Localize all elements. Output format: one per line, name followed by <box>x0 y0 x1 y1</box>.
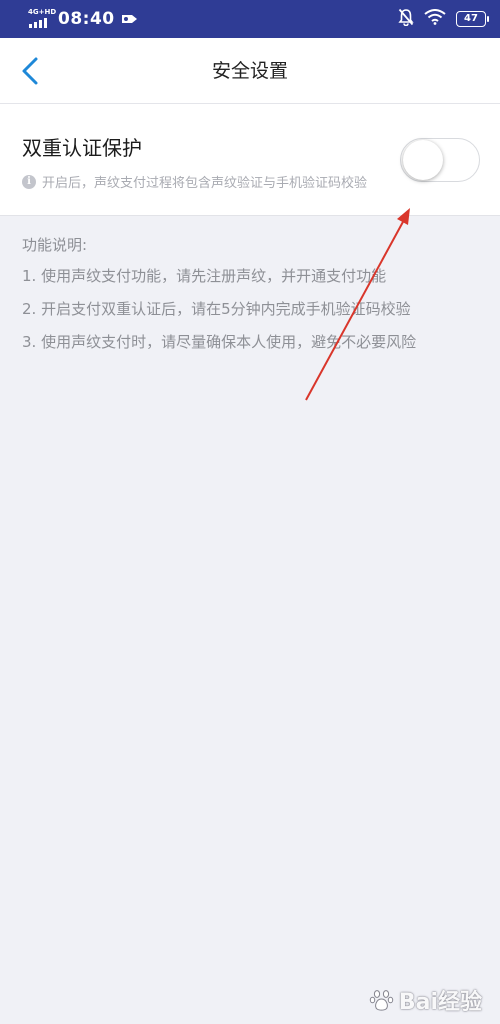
status-bar: 4G+HD 08:40 47 <box>0 0 500 38</box>
dual-auth-description-text: 开启后，声纹支付过程将包含声纹验证与手机验证码校验 <box>42 176 368 191</box>
mute-bell-icon <box>398 8 414 30</box>
network-type: 4G+HD <box>28 8 57 16</box>
status-right: 47 <box>398 8 489 30</box>
baidu-watermark: Bai经验 <box>369 984 482 1016</box>
paw-logo-icon <box>369 990 394 1011</box>
battery-icon: 47 <box>456 11 489 27</box>
status-left: 4G+HD 08:40 <box>28 8 139 30</box>
info-icon: i <box>22 174 36 189</box>
signal-icon: 4G+HD <box>28 8 56 30</box>
cast-icon <box>121 10 139 29</box>
app-header: 安全设置 <box>0 38 500 104</box>
watermark-text: Bai经验 <box>398 990 482 1015</box>
dual-auth-title: 双重认证保护 <box>22 136 142 160</box>
toggle-knob <box>403 140 443 180</box>
feature-info-item: 1. 使用声纹支付功能，请先注册声纹，并开通支付功能 <box>22 267 387 285</box>
feature-info-item: 2. 开启支付双重认证后，请在5分钟内完成手机验证码校验 <box>22 300 411 318</box>
wifi-icon <box>424 9 446 29</box>
clock: 08:40 <box>58 9 115 29</box>
page-title: 安全设置 <box>211 60 288 82</box>
feature-info-heading: 功能说明: <box>22 236 88 254</box>
feature-info-item: 3. 使用声纹支付时，请尽量确保本人使用，避免不必要风险 <box>22 333 417 351</box>
dual-auth-toggle[interactable] <box>400 138 480 182</box>
dual-auth-description: i 开启后，声纹支付过程将包含声纹验证与手机验证码校验 <box>22 172 367 191</box>
